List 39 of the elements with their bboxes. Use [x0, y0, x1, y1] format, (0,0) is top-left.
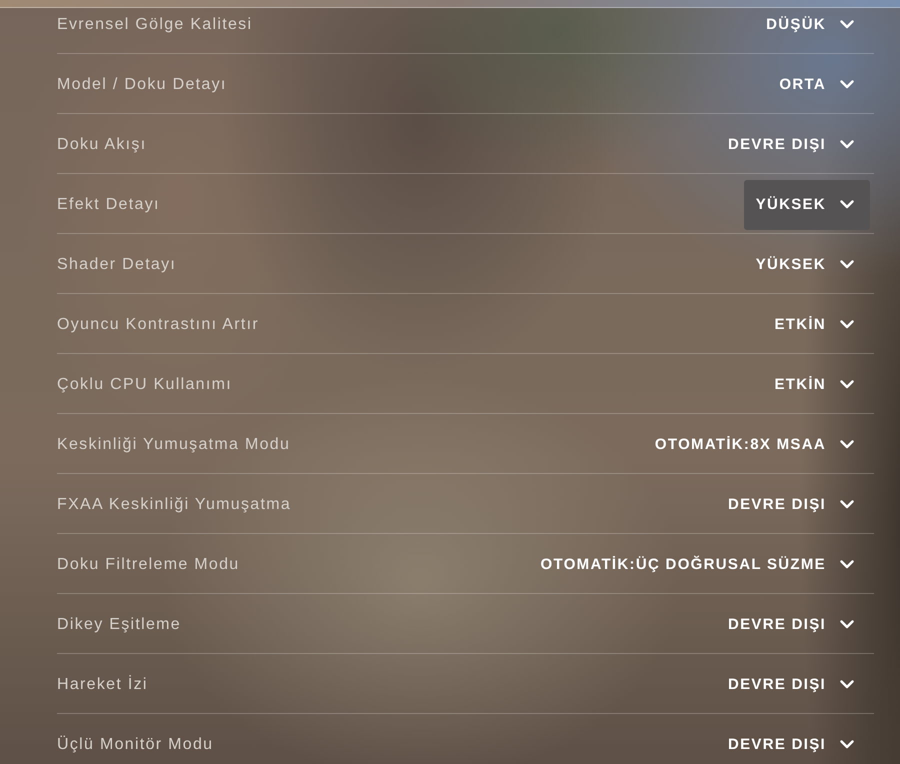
chevron-down-icon: [840, 200, 854, 209]
setting-label: Evrensel Gölge Kalitesi: [57, 16, 252, 34]
setting-label: Efekt Detayı: [57, 196, 160, 214]
chevron-down-icon: [840, 620, 854, 629]
chevron-down-icon: [840, 440, 854, 449]
dropdown-button[interactable]: DEVRE DIŞI: [716, 660, 870, 710]
chevron-down-icon: [840, 320, 854, 329]
setting-label: Doku Akışı: [57, 136, 146, 154]
chevron-down-icon: [840, 680, 854, 689]
dropdown-button[interactable]: DEVRE DIŞI: [716, 480, 870, 530]
dropdown-button[interactable]: DÜŞÜK: [754, 0, 870, 50]
chevron-down-icon: [840, 740, 854, 749]
chevron-down-icon: [840, 380, 854, 389]
setting-label: Oyuncu Kontrastını Artır: [57, 316, 259, 334]
setting-label: Hareket İzi: [57, 676, 148, 694]
dropdown-button[interactable]: DEVRE DIŞI: [716, 120, 870, 170]
chevron-down-icon: [840, 80, 854, 89]
setting-label: Doku Filtreleme Modu: [57, 556, 240, 574]
setting-label: Shader Detayı: [57, 256, 176, 274]
setting-label: Model / Doku Detayı: [57, 76, 227, 94]
chevron-down-icon: [840, 560, 854, 569]
dropdown-button[interactable]: ETKİN: [762, 360, 870, 410]
chevron-down-icon: [840, 140, 854, 149]
dropdown-button[interactable]: OTOMATİK:ÜÇ DOĞRUSAL SÜZME: [528, 540, 870, 590]
setting-label: Keskinliği Yumuşatma Modu: [57, 436, 290, 454]
setting-label: Dikey Eşitleme: [57, 616, 182, 634]
dropdown-button[interactable]: OTOMATİK:8X MSAA: [642, 420, 870, 470]
dropdown-button[interactable]: DEVRE DIŞI: [716, 720, 870, 764]
chevron-down-icon: [840, 260, 854, 269]
setting-label: Çoklu CPU Kullanımı: [57, 376, 232, 394]
setting-label: FXAA Keskinliği Yumuşatma: [57, 496, 292, 514]
chevron-down-icon: [840, 20, 854, 29]
setting-label: Üçlü Monitör Modu: [57, 736, 214, 754]
dropdown-button[interactable]: ETKİN: [762, 300, 870, 350]
chevron-down-icon: [840, 500, 854, 509]
dropdown-button[interactable]: YÜKSEK: [744, 240, 870, 290]
dropdown-button[interactable]: DEVRE DIŞI: [716, 600, 870, 650]
dropdown-button[interactable]: ORTA: [767, 60, 870, 110]
dropdown-button[interactable]: YÜKSEK: [744, 180, 870, 230]
